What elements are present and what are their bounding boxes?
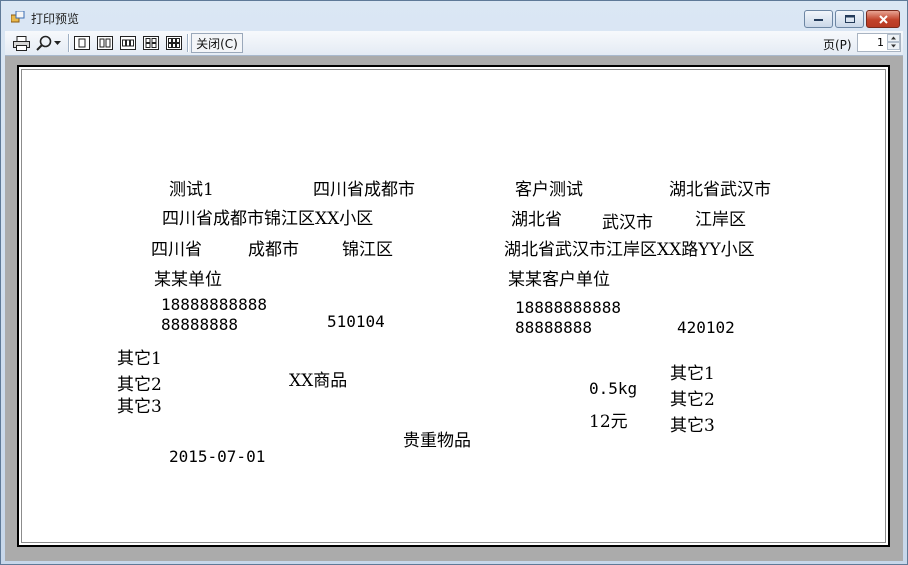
sender-address: 四川省成都市锦江区XX小区 (162, 209, 374, 229)
six-pages-icon (166, 36, 182, 50)
spin-down-button[interactable] (887, 42, 900, 50)
toolbar-separator (187, 34, 189, 52)
sender-city: 成都市 (248, 240, 299, 260)
print-icon (12, 35, 30, 51)
page-number-stepper[interactable] (857, 33, 901, 52)
right-other-3: 其它3 (670, 416, 715, 436)
two-pages-button[interactable] (95, 33, 115, 53)
receiver-company: 某某客户单位 (508, 270, 610, 290)
receiver-postcode: 420102 (677, 318, 735, 337)
sender-name: 测试1 (169, 180, 214, 200)
chevron-down-icon (891, 44, 896, 48)
maximize-button[interactable] (835, 10, 864, 28)
print-button[interactable] (11, 33, 31, 53)
right-other-1: 其它1 (670, 364, 715, 384)
close-window-button[interactable] (866, 10, 900, 28)
receiver-mobile: 18888888888 (515, 298, 621, 317)
minimize-button[interactable] (804, 10, 833, 28)
title-bar: 打印预览 (1, 1, 907, 31)
maximize-icon (844, 15, 855, 23)
preview-page: 测试1 四川省成都市 四川省成都市锦江区XX小区 四川省 成都市 锦江区 某某单… (17, 65, 890, 547)
goods-name: XX商品 (289, 371, 348, 391)
weight: 0.5kg (589, 379, 638, 398)
sender-province: 四川省 (151, 240, 202, 260)
four-pages-button[interactable] (141, 33, 161, 53)
six-pages-button[interactable] (164, 33, 184, 53)
window-title: 打印预览 (31, 12, 80, 26)
receiver-address: 湖北省武汉市江岸区XX路YY小区 (504, 240, 755, 260)
zoom-icon (35, 35, 51, 51)
close-icon (878, 14, 888, 24)
price: 12元 (589, 412, 628, 432)
receiver-district: 江岸区 (695, 210, 746, 230)
right-other-2: 其它2 (670, 390, 715, 410)
ship-date: 2015-07-01 (169, 447, 266, 466)
preview-area[interactable]: 测试1 四川省成都市 四川省成都市锦江区XX小区 四川省 成都市 锦江区 某某单… (5, 56, 903, 561)
minimize-icon (814, 17, 823, 21)
sender-phone: 88888888 (161, 315, 239, 334)
close-preview-button[interactable]: 关闭(C) (191, 33, 243, 53)
sender-district: 锦江区 (342, 240, 393, 260)
sender-mobile: 18888888888 (161, 295, 267, 314)
page-number-input[interactable] (858, 34, 886, 51)
page-inner-border (21, 69, 886, 543)
receiver-city: 武汉市 (602, 213, 653, 233)
zoom-dropdown-button[interactable] (33, 33, 63, 53)
page-label: 页(P) (823, 38, 852, 52)
sender-postcode: 510104 (327, 312, 385, 331)
chevron-down-icon (53, 40, 61, 45)
receiver-name: 客户测试 (515, 180, 583, 200)
left-other-1: 其它1 (117, 349, 162, 369)
four-pages-icon (143, 36, 159, 50)
receiver-city-full: 湖北省武汉市 (669, 180, 771, 200)
preview-toolbar: 关闭(C) 页(P) (5, 31, 903, 56)
chevron-up-icon (891, 36, 896, 40)
receiver-phone: 88888888 (515, 318, 593, 337)
two-pages-icon (97, 36, 113, 50)
spin-up-button[interactable] (887, 34, 900, 42)
receiver-province: 湖北省 (511, 210, 562, 230)
left-other-3: 其它3 (117, 397, 162, 417)
valuables-label: 贵重物品 (403, 431, 471, 451)
three-pages-icon (120, 36, 136, 50)
sender-company: 某某单位 (154, 270, 222, 290)
one-page-button[interactable] (72, 33, 92, 53)
sender-city-full: 四川省成都市 (313, 180, 415, 200)
three-pages-button[interactable] (118, 33, 138, 53)
toolbar-separator (68, 34, 70, 52)
print-preview-window: 打印预览 关闭(C) 页(P) 1 测试1 四川省成都市 四川省成都市锦江区XX… (0, 0, 908, 565)
app-icon (11, 11, 25, 23)
left-other-2: 其它2 (117, 375, 162, 395)
one-page-icon (74, 36, 90, 50)
